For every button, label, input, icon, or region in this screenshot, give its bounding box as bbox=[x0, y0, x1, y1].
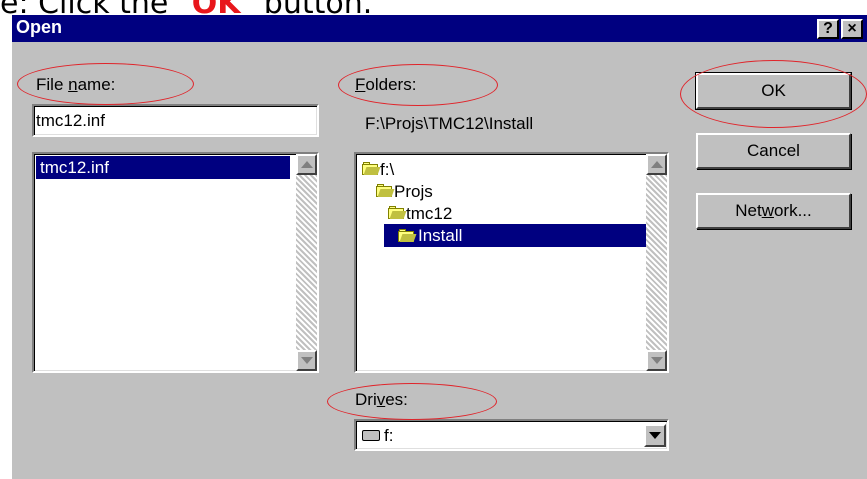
help-button[interactable]: ? bbox=[817, 19, 839, 39]
annotation-oval-drives bbox=[327, 383, 497, 420]
open-folder-icon bbox=[376, 184, 395, 197]
up-arrow-icon bbox=[301, 161, 313, 168]
folder-name: tmc12 bbox=[406, 204, 453, 223]
file-name-input[interactable]: tmc12.inf bbox=[32, 104, 319, 137]
scroll-down-button[interactable] bbox=[646, 350, 667, 371]
button-text: Net bbox=[735, 201, 762, 220]
folder-name: f:\ bbox=[380, 160, 395, 179]
folder-item-root[interactable]: f:\ bbox=[360, 158, 620, 180]
folder-item-tmc12[interactable]: tmc12 bbox=[386, 202, 620, 224]
scroll-up-button[interactable] bbox=[296, 154, 317, 175]
drives-select[interactable]: f: bbox=[354, 419, 669, 451]
drive-icon bbox=[362, 430, 380, 441]
button-hotkey: w bbox=[761, 201, 774, 220]
folder-item-install[interactable]: Install bbox=[384, 224, 646, 247]
file-list[interactable]: tmc12.inf bbox=[32, 152, 319, 373]
annotation-oval-file-name bbox=[17, 63, 194, 105]
current-folder-path: F:\Projs\TMC12\Install bbox=[365, 114, 534, 133]
drives-value: f: bbox=[384, 426, 394, 445]
close-icon: × bbox=[847, 20, 857, 37]
folder-tree[interactable]: f:\ Projs tmc12 Install bbox=[354, 152, 669, 373]
annotation-oval-folders bbox=[338, 64, 498, 106]
network-button[interactable]: Network... bbox=[696, 193, 851, 229]
open-folder-icon bbox=[362, 162, 381, 175]
annotation-oval-ok bbox=[680, 60, 867, 128]
window-title: Open bbox=[16, 17, 63, 37]
title-bar[interactable]: Open ? × bbox=[12, 15, 867, 42]
file-list-scrollbar[interactable] bbox=[296, 154, 317, 371]
open-folder-icon bbox=[388, 206, 407, 219]
down-arrow-icon bbox=[301, 357, 313, 364]
chevron-down-icon bbox=[649, 432, 661, 439]
folder-name: Projs bbox=[394, 182, 433, 201]
drives-dropdown-button[interactable] bbox=[644, 424, 666, 447]
up-arrow-icon bbox=[651, 161, 663, 168]
folder-tree-scrollbar[interactable] bbox=[646, 154, 667, 371]
folder-item-projs[interactable]: Projs bbox=[374, 180, 620, 202]
folder-name: Install bbox=[418, 226, 463, 245]
open-folder-icon bbox=[398, 229, 417, 242]
scroll-down-button[interactable] bbox=[296, 350, 317, 371]
help-icon: ? bbox=[823, 20, 833, 37]
list-item[interactable]: tmc12.inf bbox=[36, 156, 290, 179]
scroll-up-button[interactable] bbox=[646, 154, 667, 175]
down-arrow-icon bbox=[651, 357, 663, 364]
close-button[interactable]: × bbox=[841, 19, 863, 39]
file-name-value: tmc12.inf bbox=[36, 111, 105, 130]
cancel-button[interactable]: Cancel bbox=[696, 133, 851, 169]
button-text: ork... bbox=[773, 201, 812, 220]
